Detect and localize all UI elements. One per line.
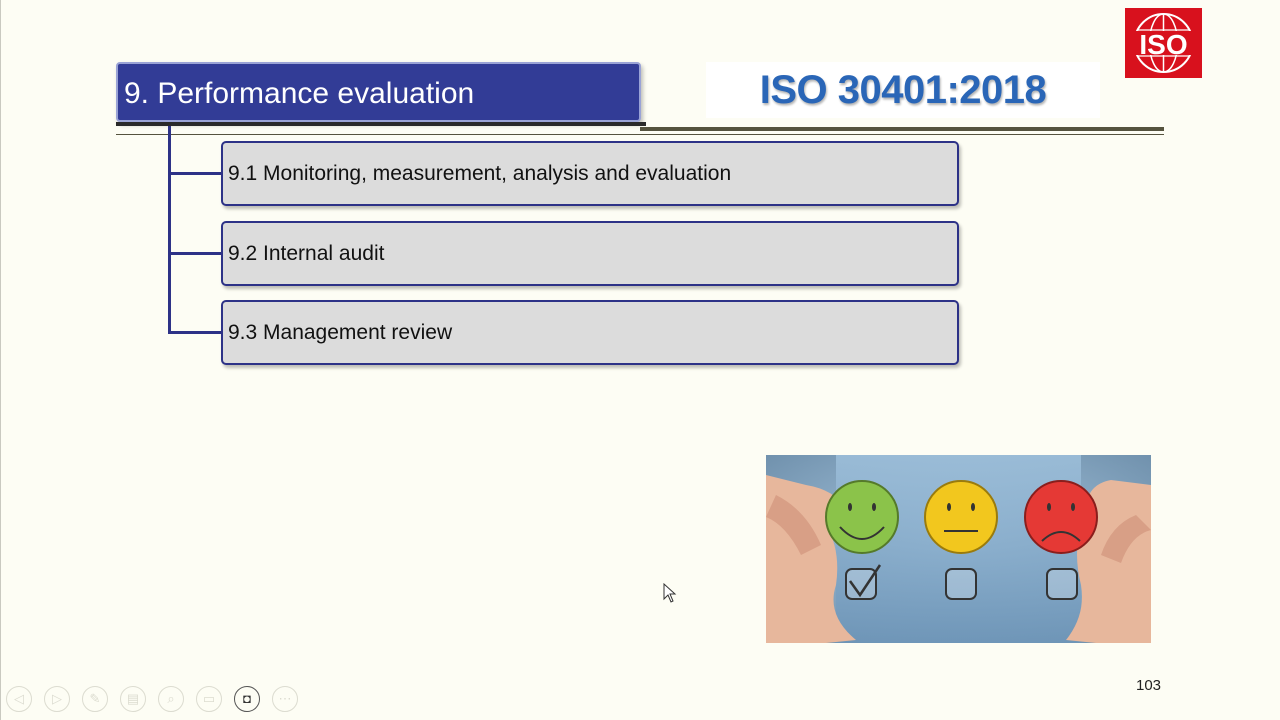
page-number: 103: [1136, 677, 1162, 694]
camera-icon[interactable]: ◘: [234, 686, 260, 712]
globe-icon: ISO: [1129, 13, 1198, 73]
header-rule: [640, 127, 1164, 131]
subtitles-icon[interactable]: ▭: [196, 686, 222, 712]
tree-item-monitoring: 9.1 Monitoring, measurement, analysis an…: [221, 141, 959, 206]
checkbox-checked-icon: [845, 564, 882, 600]
tree-branch: [168, 252, 223, 255]
logo-text: ISO: [1139, 29, 1187, 60]
standard-code: ISO 30401:2018: [759, 68, 1047, 112]
checkbox-empty-icon: [1046, 568, 1078, 600]
zoom-icon[interactable]: ⌕: [158, 686, 184, 712]
more-options-icon[interactable]: ⋯: [272, 686, 298, 712]
feedback-photo: [766, 455, 1151, 643]
slide-title: 9. Performance evaluation: [116, 62, 641, 122]
slides-icon[interactable]: ▤: [120, 686, 146, 712]
neutral-face-icon: [924, 480, 998, 554]
tree-connector: [168, 126, 171, 333]
standard-code-box: ISO 30401:2018: [706, 62, 1100, 118]
title-underline: [116, 122, 646, 126]
header-rule-thin: [116, 134, 1164, 135]
tree-branch: [168, 172, 223, 175]
pen-icon[interactable]: ✎: [82, 686, 108, 712]
next-slide-icon[interactable]: ▷: [44, 686, 70, 712]
sad-face-icon: [1024, 480, 1098, 554]
checkbox-empty-icon: [945, 568, 977, 600]
slide-edge: [0, 0, 1, 720]
tree-item-internal-audit: 9.2 Internal audit: [221, 221, 959, 286]
iso-logo: ISO: [1125, 8, 1202, 78]
tree-branch: [168, 331, 223, 334]
mouse-cursor-icon: [663, 583, 677, 603]
happy-face-icon: [825, 480, 899, 554]
tree-item-management-review: 9.3 Management review: [221, 300, 959, 365]
previous-slide-icon[interactable]: ◁: [6, 686, 32, 712]
